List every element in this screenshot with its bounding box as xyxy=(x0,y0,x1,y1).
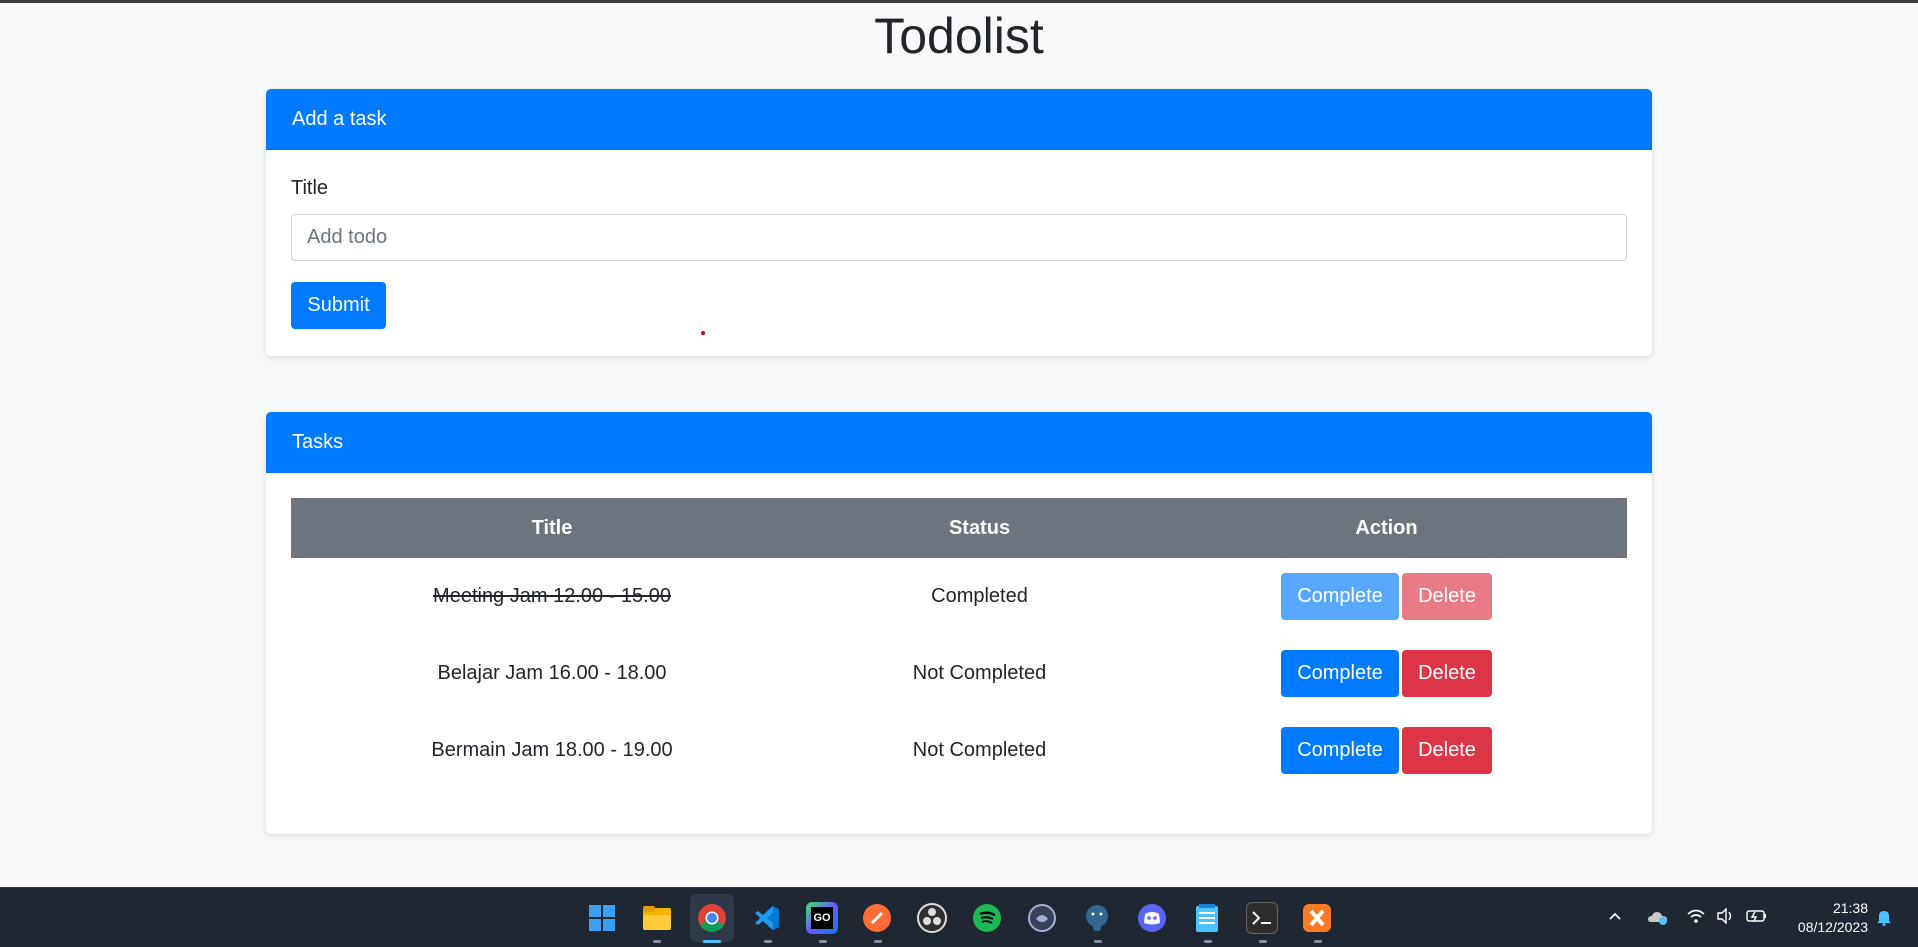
delete-button[interactable]: Delete xyxy=(1402,573,1492,620)
add-task-card-header: Add a task xyxy=(266,89,1652,150)
todo-title-input[interactable] xyxy=(291,214,1627,261)
table-header-row: Title Status Action xyxy=(291,498,1627,558)
notepad-indicator xyxy=(1204,940,1212,943)
cursor-marker-dot xyxy=(701,331,705,335)
onedrive-icon[interactable] xyxy=(1647,908,1669,931)
goland-icon[interactable]: GO xyxy=(806,902,838,934)
table-row: Belajar Jam 16.00 - 18.00 Not Completed … xyxy=(291,635,1627,712)
vscode-indicator xyxy=(764,940,772,943)
complete-button[interactable]: Complete xyxy=(1281,727,1399,774)
file-explorer-indicator xyxy=(653,940,661,943)
task-actions: Complete Delete xyxy=(1146,635,1627,712)
cursor-app-icon[interactable] xyxy=(1026,902,1058,934)
postgresql-icon[interactable] xyxy=(1081,902,1113,934)
notepad-icon[interactable] xyxy=(1191,902,1223,934)
add-task-card: Add a task Title Submit xyxy=(266,89,1652,356)
windows-start-icon[interactable] xyxy=(586,902,618,934)
task-status: Completed xyxy=(931,585,1028,607)
wifi-icon[interactable] xyxy=(1686,908,1706,929)
xampp-icon[interactable] xyxy=(1301,902,1333,934)
vscode-icon[interactable] xyxy=(751,902,783,934)
clock-time: 21:38 xyxy=(1832,900,1868,916)
task-title: Bermain Jam 18.00 - 19.00 xyxy=(431,739,673,761)
chrome-icon[interactable] xyxy=(696,902,728,934)
postman-icon[interactable] xyxy=(861,902,893,934)
delete-button[interactable]: Delete xyxy=(1402,727,1492,774)
task-actions: Complete Delete xyxy=(1146,558,1627,635)
task-title: Belajar Jam 16.00 - 18.00 xyxy=(437,662,667,684)
file-explorer-icon[interactable] xyxy=(641,902,673,934)
volume-icon[interactable] xyxy=(1716,907,1736,929)
task-status: Not Completed xyxy=(912,662,1047,684)
battery-icon[interactable] xyxy=(1746,908,1768,929)
complete-button[interactable]: Complete xyxy=(1281,650,1399,697)
terminal-icon[interactable] xyxy=(1246,902,1278,934)
task-actions: Complete Delete xyxy=(1146,712,1627,789)
table-row: Bermain Jam 18.00 - 19.00 Not Completed … xyxy=(291,712,1627,789)
tasks-card: Tasks Title Status Action Meeting Jam 12… xyxy=(266,412,1652,834)
column-header-action: Action xyxy=(1146,498,1627,558)
title-field-label: Title xyxy=(291,177,329,199)
discord-icon[interactable] xyxy=(1136,902,1168,934)
system-clock[interactable]: 21:38 08/12/2023 xyxy=(1798,899,1868,937)
column-header-status: Status xyxy=(813,498,1146,558)
xampp-indicator xyxy=(1314,940,1322,943)
window-top-border xyxy=(0,0,1918,3)
task-status: Not Completed xyxy=(912,739,1047,761)
chrome-active-indicator xyxy=(703,940,721,943)
notification-bell-icon[interactable] xyxy=(1876,908,1892,931)
postman-indicator xyxy=(874,940,882,943)
task-title: Meeting Jam 12.00 - 15.00 xyxy=(433,585,671,607)
taskbar: GO 21:38 08/12/2023 xyxy=(0,887,1918,947)
page-title: Todolist xyxy=(874,8,1044,64)
column-header-title: Title xyxy=(291,498,813,558)
submit-button[interactable]: Submit xyxy=(291,282,386,329)
tasks-card-header: Tasks xyxy=(266,412,1652,473)
obs-icon[interactable] xyxy=(916,902,948,934)
spotify-icon[interactable] xyxy=(971,902,1003,934)
complete-button[interactable]: Complete xyxy=(1281,573,1399,620)
postgresql-indicator xyxy=(1094,940,1102,943)
table-row: Meeting Jam 12.00 - 15.00 Completed Comp… xyxy=(291,558,1627,635)
terminal-indicator xyxy=(1259,940,1267,943)
chevron-up-icon[interactable] xyxy=(1607,908,1623,929)
tasks-table: Title Status Action Meeting Jam 12.00 - … xyxy=(291,498,1627,789)
delete-button[interactable]: Delete xyxy=(1402,650,1492,697)
clock-date: 08/12/2023 xyxy=(1797,919,1868,935)
goland-indicator xyxy=(819,940,827,943)
